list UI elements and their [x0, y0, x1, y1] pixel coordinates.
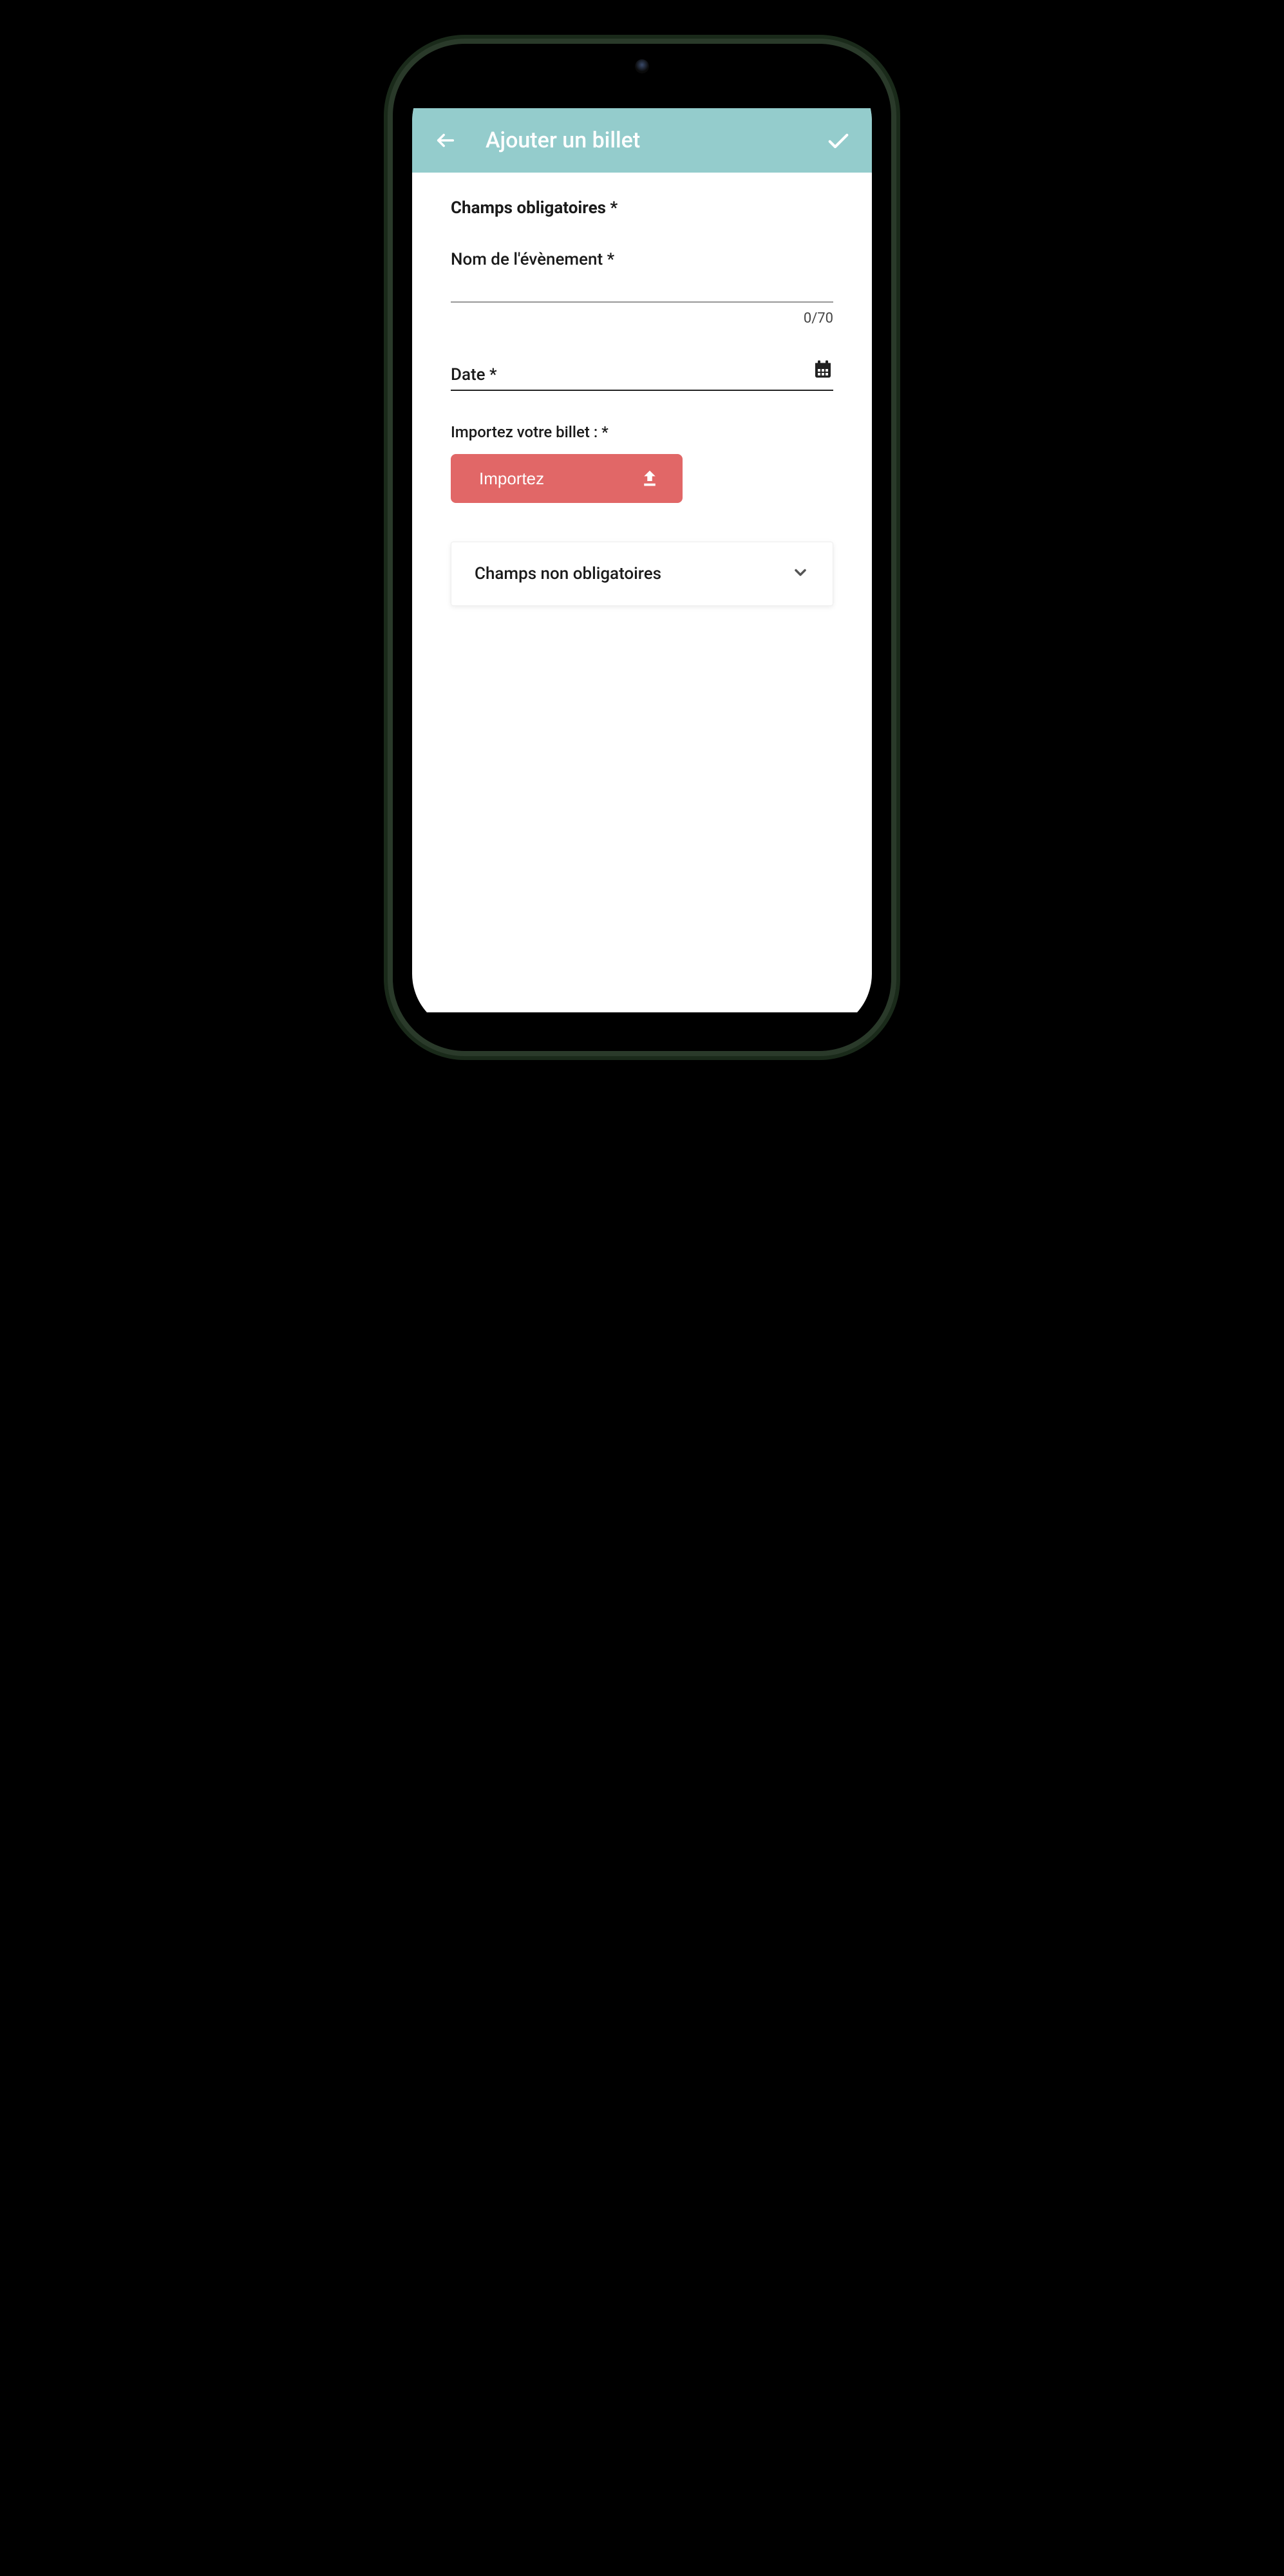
date-field-wrapper: Date * — [451, 359, 833, 391]
arrow-left-icon — [435, 129, 457, 151]
form-content: Champs obligatoires * Nom de l'évènement… — [412, 173, 872, 606]
required-section-title: Champs obligatoires * — [451, 198, 833, 218]
power-button — [892, 385, 896, 507]
back-button[interactable] — [431, 126, 460, 155]
app-header: Ajouter un billet — [412, 108, 872, 173]
import-button-label: Importez — [479, 469, 544, 489]
check-icon — [826, 128, 851, 153]
confirm-button[interactable] — [824, 126, 853, 155]
volume-down-button — [388, 456, 392, 533]
import-label: Importez votre billet : * — [451, 423, 833, 441]
optional-fields-label: Champs non obligatoires — [475, 564, 661, 583]
optional-fields-expander[interactable]: Champs non obligatoires — [451, 542, 833, 606]
date-input[interactable]: Date * — [451, 359, 833, 391]
phone-frame: Ajouter un billet Champs obligatoires * … — [388, 39, 896, 1056]
chevron-down-icon — [791, 564, 809, 584]
volume-up-button — [388, 359, 392, 437]
screen: Ajouter un billet Champs obligatoires * … — [412, 63, 872, 1032]
event-name-label: Nom de l'évènement * — [451, 250, 833, 269]
side-button-extra — [894, 739, 896, 907]
calendar-icon — [813, 359, 833, 382]
event-name-input[interactable] — [451, 273, 833, 303]
front-camera — [635, 59, 649, 73]
event-name-counter: 0/70 — [451, 310, 833, 327]
header-left: Ajouter un billet — [431, 126, 640, 155]
notch — [539, 44, 745, 89]
mute-switch — [388, 289, 392, 334]
date-label: Date * — [451, 365, 813, 384]
import-button[interactable]: Importez — [451, 454, 683, 503]
upload-icon — [640, 468, 659, 489]
page-title: Ajouter un billet — [486, 128, 640, 153]
event-name-field: Nom de l'évènement * 0/70 — [451, 250, 833, 327]
app-root: Ajouter un billet Champs obligatoires * … — [412, 108, 872, 1012]
